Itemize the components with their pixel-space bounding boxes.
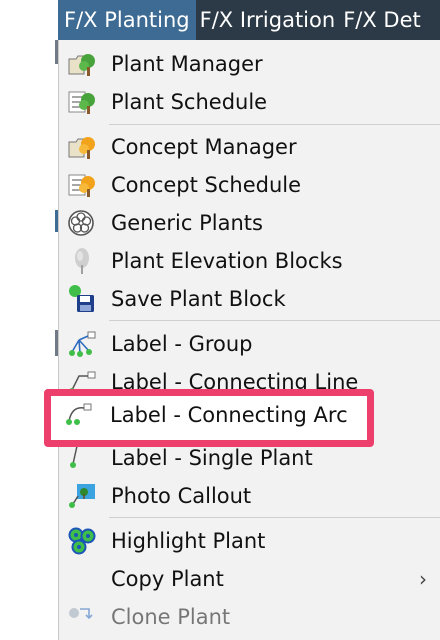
label-group-icon [69, 331, 96, 357]
label-single-plant-icon [70, 445, 78, 468]
highlight-plant-icon [68, 527, 96, 555]
menu-item-label: Clone Plant [111, 605, 231, 629]
menu-tab-fx-planting[interactable]: F/X Planting [58, 0, 196, 40]
concept-manager-icon [68, 137, 95, 159]
menu-item-label: Generic Plants [111, 211, 263, 235]
menu-separator [109, 124, 440, 125]
menu-item-label: Highlight Plant [111, 529, 266, 553]
planting-dropdown-menu: Plant Manager Plant Schedule Concept Man… [58, 40, 440, 640]
menu-item-label: Label - Group [111, 332, 253, 356]
plant-schedule-icon [68, 91, 95, 114]
menu-item-label: Concept Manager [111, 135, 297, 159]
menu-item-concept-manager[interactable]: Concept Manager [59, 129, 440, 165]
menu-item-label: Label - Connecting Arc [110, 403, 348, 427]
menu-tab-fx-irrigation[interactable]: F/X Irrigation [196, 0, 340, 40]
plant-elevation-icon [75, 248, 89, 274]
menu-item-concept-schedule[interactable]: Concept Schedule [59, 167, 440, 203]
menu-item-clone-plant[interactable]: Clone Plant [59, 599, 440, 635]
app-window: F/X Planting F/X Irrigation F/X Det Plan… [0, 0, 440, 640]
menu-item-label: Photo Callout [111, 484, 252, 508]
concept-schedule-icon [68, 174, 95, 197]
menu-item-save-plant-block[interactable]: Save Plant Block [59, 281, 440, 317]
photo-callout-icon [69, 484, 95, 508]
menu-tab-fx-details[interactable]: F/X Det [339, 0, 425, 40]
menu-item-label: Concept Schedule [111, 173, 302, 197]
underlying-app-edge [0, 0, 58, 640]
menu-item-copy-plant[interactable]: Copy Plant › [59, 561, 440, 597]
menu-item-label-connecting-arc[interactable]: Label - Connecting Arc [51, 397, 367, 433]
menu-item-plant-schedule[interactable]: Plant Schedule [59, 84, 440, 120]
highlight-annotation: Label - Connecting Arc [44, 389, 374, 447]
menu-item-label: Copy Plant [111, 567, 224, 591]
menu-item-photo-callout[interactable]: Photo Callout [59, 478, 440, 514]
menu-item-generic-plants[interactable]: Generic Plants [59, 205, 440, 241]
clone-plant-icon [69, 608, 93, 620]
menu-separator [109, 517, 440, 518]
plant-manager-icon [68, 54, 95, 76]
menu-item-label: Save Plant Block [111, 287, 286, 311]
menu-item-plant-manager[interactable]: Plant Manager [59, 46, 440, 82]
generic-plants-icon [68, 210, 94, 236]
menu-item-label: Plant Schedule [111, 90, 268, 114]
menu-bar: F/X Planting F/X Irrigation F/X Det [58, 0, 440, 40]
menu-separator [109, 320, 440, 321]
menu-item-label-group[interactable]: Label - Group [59, 326, 440, 362]
menu-item-label: Plant Elevation Blocks [111, 249, 343, 273]
label-connecting-arc-icon [66, 403, 92, 425]
menu-item-plant-elevation-blocks[interactable]: Plant Elevation Blocks [59, 243, 440, 279]
menu-item-label: Plant Manager [111, 52, 263, 76]
menu-item-highlight-plant[interactable]: Highlight Plant [59, 523, 440, 559]
save-plant-block-icon [69, 285, 94, 312]
submenu-arrow-icon: › [419, 567, 427, 591]
